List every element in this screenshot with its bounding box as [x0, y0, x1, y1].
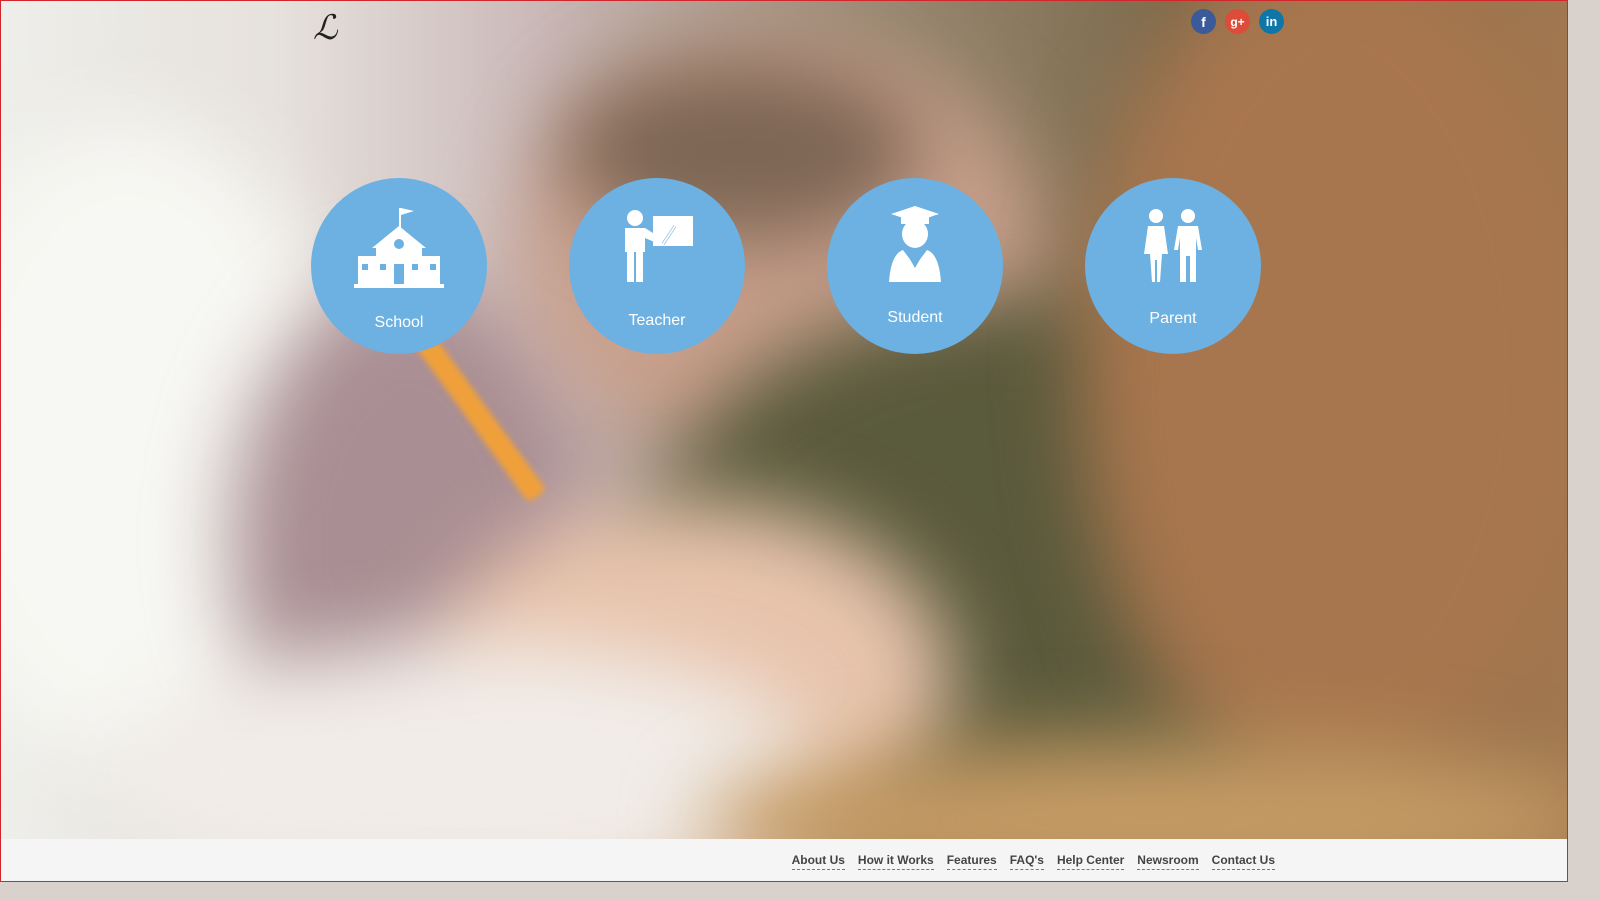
role-parent-button[interactable]: Parent [1085, 178, 1261, 354]
role-student-label: Student [887, 309, 943, 326]
page-frame: ℒ f g+ in School Teacher Student Parent … [0, 0, 1568, 882]
role-teacher-label: Teacher [628, 312, 686, 329]
site-logo[interactable]: ℒ [313, 11, 338, 45]
social-links: f g+ in [1191, 9, 1284, 34]
footer-link-how-it-works[interactable]: How it Works [857, 853, 934, 870]
role-student-button[interactable]: Student [827, 178, 1003, 354]
facebook-icon[interactable]: f [1191, 9, 1216, 34]
google-plus-icon[interactable]: g+ [1225, 9, 1250, 34]
teacher-board-icon [569, 204, 745, 294]
background-photo [1, 1, 1567, 839]
school-building-icon [311, 204, 487, 294]
role-parent-label: Parent [1149, 310, 1197, 327]
graduate-student-icon [827, 204, 1003, 294]
footer-link-features[interactable]: Features [946, 853, 997, 870]
footer-link-contact-us[interactable]: Contact Us [1211, 853, 1275, 870]
linkedin-icon[interactable]: in [1259, 9, 1284, 34]
role-selector: School Teacher Student Parent [311, 178, 1261, 354]
footer-link-newsroom[interactable]: Newsroom [1137, 853, 1199, 870]
footer-nav: About Us How it Works Features FAQ's Hel… [791, 853, 1275, 870]
footer-link-faqs[interactable]: FAQ's [1009, 853, 1044, 870]
footer-link-help-center[interactable]: Help Center [1056, 853, 1125, 870]
role-teacher-button[interactable]: Teacher [569, 178, 745, 354]
parents-icon [1085, 204, 1261, 294]
footer-link-about-us[interactable]: About Us [791, 853, 845, 870]
role-school-label: School [374, 314, 424, 331]
role-school-button[interactable]: School [311, 178, 487, 354]
footer: About Us How it Works Features FAQ's Hel… [1, 839, 1567, 881]
